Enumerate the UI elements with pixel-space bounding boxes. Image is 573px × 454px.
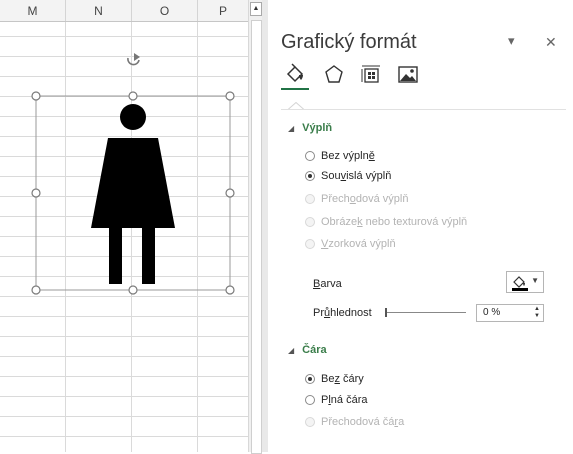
option-text: Be: [321, 373, 335, 385]
fill-section-header[interactable]: ◢ Výplň: [288, 122, 332, 134]
radio-button-disabled: [305, 417, 315, 427]
radio-button-selected[interactable]: [305, 171, 315, 181]
active-tab-indicator: [281, 88, 309, 90]
chevron-down-icon: ▼: [531, 276, 539, 285]
option-gradient-line: Přechodová čára: [305, 415, 404, 429]
scroll-up-arrow-icon[interactable]: ▲: [250, 2, 262, 16]
radio-button-disabled: [305, 217, 315, 227]
pane-separator: [281, 109, 566, 110]
radio-button-disabled: [305, 194, 315, 204]
option-solid-line[interactable]: Plná čára: [305, 393, 368, 407]
resize-handle-right[interactable]: [225, 188, 235, 198]
paint-bucket-icon: [512, 276, 528, 291]
radio-button-disabled: [305, 239, 315, 249]
spin-down-icon[interactable]: ▼: [534, 313, 540, 319]
radio-button-selected[interactable]: [305, 374, 315, 384]
option-text: Přech: [321, 193, 350, 205]
label-text: Pr: [313, 307, 324, 319]
option-pattern-fill: Vzorková výplň: [305, 237, 396, 251]
label-text: arva: [320, 278, 342, 290]
option-text: ná čára: [330, 394, 368, 406]
format-graphic-pane: Grafický formát ▾ ✕ ◢ Výplň Bez výplně So…: [268, 0, 573, 452]
rotate-handle-icon[interactable]: [127, 53, 140, 66]
fill-color-button[interactable]: ▼: [506, 271, 544, 293]
option-no-fill[interactable]: Bez výplně: [305, 149, 375, 163]
option-text: islá výplň: [346, 170, 392, 182]
resize-handle-top-right[interactable]: [225, 91, 235, 101]
spinbox-value[interactable]: 0 %: [483, 307, 500, 318]
label-text: hlednost: [330, 307, 372, 319]
resize-handle-bottom[interactable]: [128, 285, 138, 295]
option-text: Sou: [321, 170, 341, 182]
spin-up-icon[interactable]: ▲: [534, 306, 540, 312]
collapse-triangle-icon: ◢: [288, 346, 295, 355]
transparency-slider[interactable]: [385, 308, 466, 317]
effects-icon[interactable]: [323, 63, 345, 85]
size-properties-icon[interactable]: [360, 63, 382, 85]
option-text: Obráze: [321, 216, 358, 228]
option-picture-texture-fill: Obrázek nebo texturová výplň: [305, 215, 467, 229]
pane-options-dropdown-icon[interactable]: ▾: [508, 33, 515, 49]
transparency-label: Průhlednost: [313, 307, 372, 319]
option-text: Bez výpln: [321, 150, 369, 162]
radio-button[interactable]: [305, 151, 315, 161]
option-gradient-fill: Přechodová výplň: [305, 192, 408, 206]
option-text: dová výplň: [355, 193, 409, 205]
line-section-label: Čára: [302, 344, 327, 356]
scroll-thumb[interactable]: [251, 20, 262, 454]
resize-handle-bottom-left[interactable]: [31, 285, 41, 295]
fill-section-label: Výplň: [302, 122, 333, 134]
option-text: Přechodová čá: [321, 416, 395, 428]
line-section-header[interactable]: ◢ Čára: [288, 344, 327, 356]
picture-icon[interactable]: [397, 63, 419, 85]
option-text: nebo texturová výplň: [362, 216, 468, 228]
woman-icon[interactable]: [91, 104, 175, 284]
pane-title: Grafický formát: [281, 31, 417, 53]
option-text: čáry: [339, 373, 364, 385]
close-icon[interactable]: ✕: [545, 34, 557, 51]
collapse-triangle-icon: ◢: [288, 124, 295, 133]
option-solid-fill[interactable]: Souvislá výplň: [305, 169, 391, 183]
slider-thumb[interactable]: [385, 308, 387, 317]
resize-handle-bottom-right[interactable]: [225, 285, 235, 295]
transparency-spinbox[interactable]: 0 % ▲ ▼: [476, 304, 544, 322]
option-text: a: [398, 416, 405, 428]
spreadsheet-area[interactable]: M N O P: [0, 0, 248, 452]
vertical-scrollbar[interactable]: ▲: [248, 0, 262, 454]
radio-button[interactable]: [305, 395, 315, 405]
option-text: zorková výplň: [328, 238, 396, 250]
resize-handle-top-left[interactable]: [31, 91, 41, 101]
option-no-line[interactable]: Bez čáry: [305, 372, 364, 386]
color-label: Barva: [313, 278, 342, 290]
resize-handle-left[interactable]: [31, 188, 41, 198]
option-accesskey: ě: [368, 150, 375, 162]
selected-graphic[interactable]: [0, 0, 248, 452]
resize-handle-top[interactable]: [128, 91, 138, 101]
fill-and-line-icon[interactable]: [284, 63, 306, 85]
